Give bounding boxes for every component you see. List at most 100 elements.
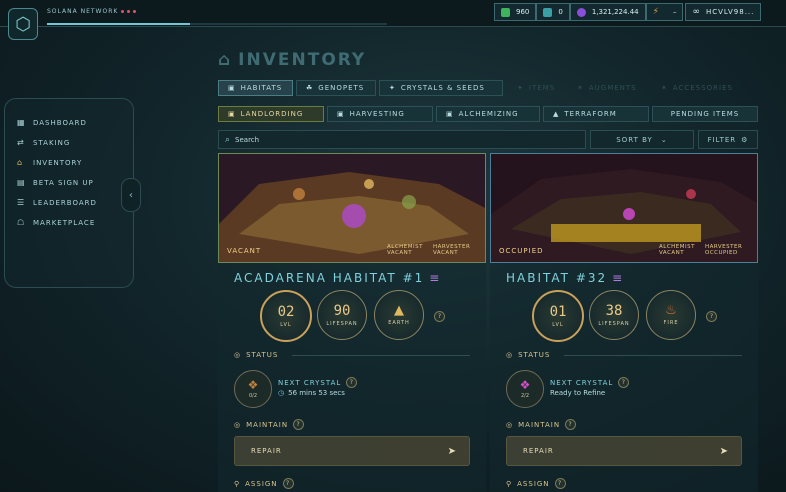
sort-by-dropdown[interactable]: SORT BY ⌄	[590, 130, 694, 149]
filter-icon: ⚙	[741, 135, 749, 144]
subtab-label: ALCHEMIZING	[458, 110, 519, 118]
stat-teal-cube[interactable]: 0	[536, 3, 570, 21]
search-input[interactable]: ⌕ Search	[218, 130, 586, 149]
filter-button[interactable]: FILTER ⚙	[698, 130, 758, 149]
leaderboard-icon: ☰	[17, 198, 26, 207]
tab-label: HABITATS	[240, 84, 283, 92]
maintain-help-icon[interactable]: ?	[565, 419, 577, 430]
habitat-status-label: VACANT	[227, 247, 262, 255]
status-icon: ◎	[234, 351, 242, 359]
nav-item-staking[interactable]: ⇄ STAKING	[17, 138, 71, 148]
energy-progress-fill	[47, 23, 190, 25]
habitat-image[interactable]: OCCUPIED ALCHEMIST VACANT HARVESTER OCCU…	[490, 153, 758, 263]
repair-button[interactable]: REPAIR ➤	[234, 436, 470, 466]
next-crystal-detail: Ready to Refine	[550, 389, 605, 397]
genopet-icon: ☘	[306, 84, 314, 92]
landlording-icon: ▣	[228, 110, 236, 118]
wallet-button[interactable]: ∞ HCVLV98...	[685, 3, 762, 21]
dashboard-icon: ▦	[17, 118, 26, 127]
marketplace-icon: ☖	[17, 218, 26, 227]
stat-value: –	[672, 8, 677, 16]
traits-help-icon[interactable]: ?	[434, 311, 445, 322]
earth-icon: ▲	[394, 303, 404, 318]
harvesting-icon: ▣	[337, 110, 345, 118]
tab-genopets[interactable]: ☘ GENOPETS	[296, 80, 376, 96]
stats-bar: 960 0 1,321,224.44 ⚡ – ∞ HCVLV98...	[494, 3, 762, 21]
next-crystal-status: Ready to Refine	[550, 389, 606, 397]
habitat-image[interactable]: VACANT ALCHEMIST VACANT HARVESTER VACANT	[218, 153, 486, 263]
nav-item-dashboard[interactable]: ▦ DASHBOARD	[17, 118, 87, 128]
tab-label: ACCESSORIES	[672, 84, 733, 92]
chevron-down-icon: ⌄	[660, 135, 668, 144]
stat-energy[interactable]: ⚡ –	[645, 3, 684, 21]
stat-value: 1,321,224.44	[591, 8, 639, 16]
sidebar-nav: ▦ DASHBOARD ⇄ STAKING ⌂ INVENTORY ▤ BETA SIG…	[4, 98, 134, 288]
subtab-label: HARVESTING	[349, 110, 405, 118]
nav-item-beta-sign-up[interactable]: ▤ BETA SIGN UP	[17, 179, 94, 188]
subtab-harvesting[interactable]: ▣ HARVESTING	[327, 106, 433, 122]
terraform-icon: ▲	[553, 110, 560, 118]
traits-help-icon[interactable]: ?	[706, 311, 717, 322]
subtab-label: PENDING ITEMS	[670, 110, 740, 118]
tab-crystals-seeds[interactable]: ✦ CRYSTALS & SEEDS	[379, 80, 503, 96]
lifespan-label: LIFESPAN	[326, 320, 358, 327]
tab-accessories[interactable]: ✶ ACCESSORIES	[652, 80, 752, 96]
repair-button[interactable]: REPAIR ➤	[506, 436, 742, 466]
lifespan-value: 90	[333, 302, 351, 319]
search-placeholder: Search	[235, 135, 260, 144]
genopets-logo-icon[interactable]: ⬡	[8, 8, 38, 40]
alchemist-status: ALCHEMIST VACANT	[387, 244, 423, 256]
subtab-pending-items[interactable]: PENDING ITEMS	[652, 106, 758, 122]
next-crystal-help-icon[interactable]: ?	[346, 377, 358, 388]
key-icon: ⚲	[234, 479, 241, 488]
network-dot-icon	[133, 10, 137, 13]
clock-icon: ◷	[278, 389, 285, 397]
next-crystal-label: NEXT CRYSTAL	[550, 378, 614, 387]
assign-help-icon[interactable]: ?	[554, 478, 566, 489]
habitat-card[interactable]: OCCUPIED ALCHEMIST VACANT HARVESTER OCCU…	[490, 153, 758, 492]
nav-label: STAKING	[33, 139, 71, 147]
subtab-alchemizing[interactable]: ▣ ALCHEMIZING	[436, 106, 540, 122]
stat-green-cube[interactable]: 960	[494, 3, 537, 21]
network-dot-icon	[127, 10, 131, 13]
page-title-text: INVENTORY	[238, 50, 367, 70]
repair-label: REPAIR	[523, 447, 554, 455]
element-label: FIRE	[663, 320, 679, 326]
subtab-terraform[interactable]: ▲ TERRAFORM	[543, 106, 649, 122]
divider	[564, 355, 742, 356]
habitat-icon: ▣	[228, 84, 236, 92]
habitat-card[interactable]: VACANT ALCHEMIST VACANT HARVESTER VACANT…	[218, 153, 486, 492]
tab-augments[interactable]: ✶ AUGMENTS	[568, 80, 648, 96]
tab-items[interactable]: ✦ ITEMS	[508, 80, 564, 96]
crystal-slot[interactable]: ❖ 0/2	[234, 370, 272, 408]
sidebar-collapse-button[interactable]: ‹	[121, 178, 141, 212]
crystal-slot[interactable]: ❖ 2/2	[506, 370, 544, 408]
divider	[292, 355, 470, 356]
assign-help-icon[interactable]: ?	[282, 478, 294, 489]
lightning-icon: ⚡	[652, 7, 659, 17]
habitat-name: HABITAT #32 ≡	[506, 271, 624, 285]
staking-icon: ⇄	[17, 138, 25, 147]
assign-section: ⚲ ASSIGN?	[506, 478, 566, 489]
level-badge: 01 LVL	[532, 290, 584, 342]
nav-item-leaderboard[interactable]: ☰ LEADERBOARD	[17, 198, 97, 208]
nav-label: MARKETPLACE	[33, 219, 96, 227]
nav-item-marketplace[interactable]: ☖ MARKETPLACE	[17, 218, 96, 228]
maintain-help-icon[interactable]: ?	[293, 419, 305, 430]
level-value: 02	[277, 303, 295, 320]
send-icon: ➤	[719, 445, 729, 457]
tab-habitats[interactable]: ▣ HABITATS	[218, 80, 293, 96]
send-icon: ➤	[447, 445, 457, 457]
stat-purple-coin[interactable]: 1,321,224.44	[569, 3, 646, 21]
augment-icon: ✶	[577, 84, 584, 92]
subtab-landlording[interactable]: ▣ LANDLORDING	[218, 106, 324, 122]
lifespan-value: 38	[605, 302, 623, 319]
crystal-icon: ❖	[519, 378, 531, 392]
purple-coin-icon	[576, 7, 586, 17]
next-crystal-help-icon[interactable]: ?	[618, 377, 630, 388]
accessory-icon: ✶	[661, 84, 668, 92]
chevron-left-icon: ‹	[129, 189, 133, 201]
nav-item-inventory[interactable]: ⌂ INVENTORY	[17, 159, 82, 168]
assign-section: ⚲ ASSIGN?	[234, 478, 294, 489]
status-label: STATUS	[246, 351, 279, 359]
